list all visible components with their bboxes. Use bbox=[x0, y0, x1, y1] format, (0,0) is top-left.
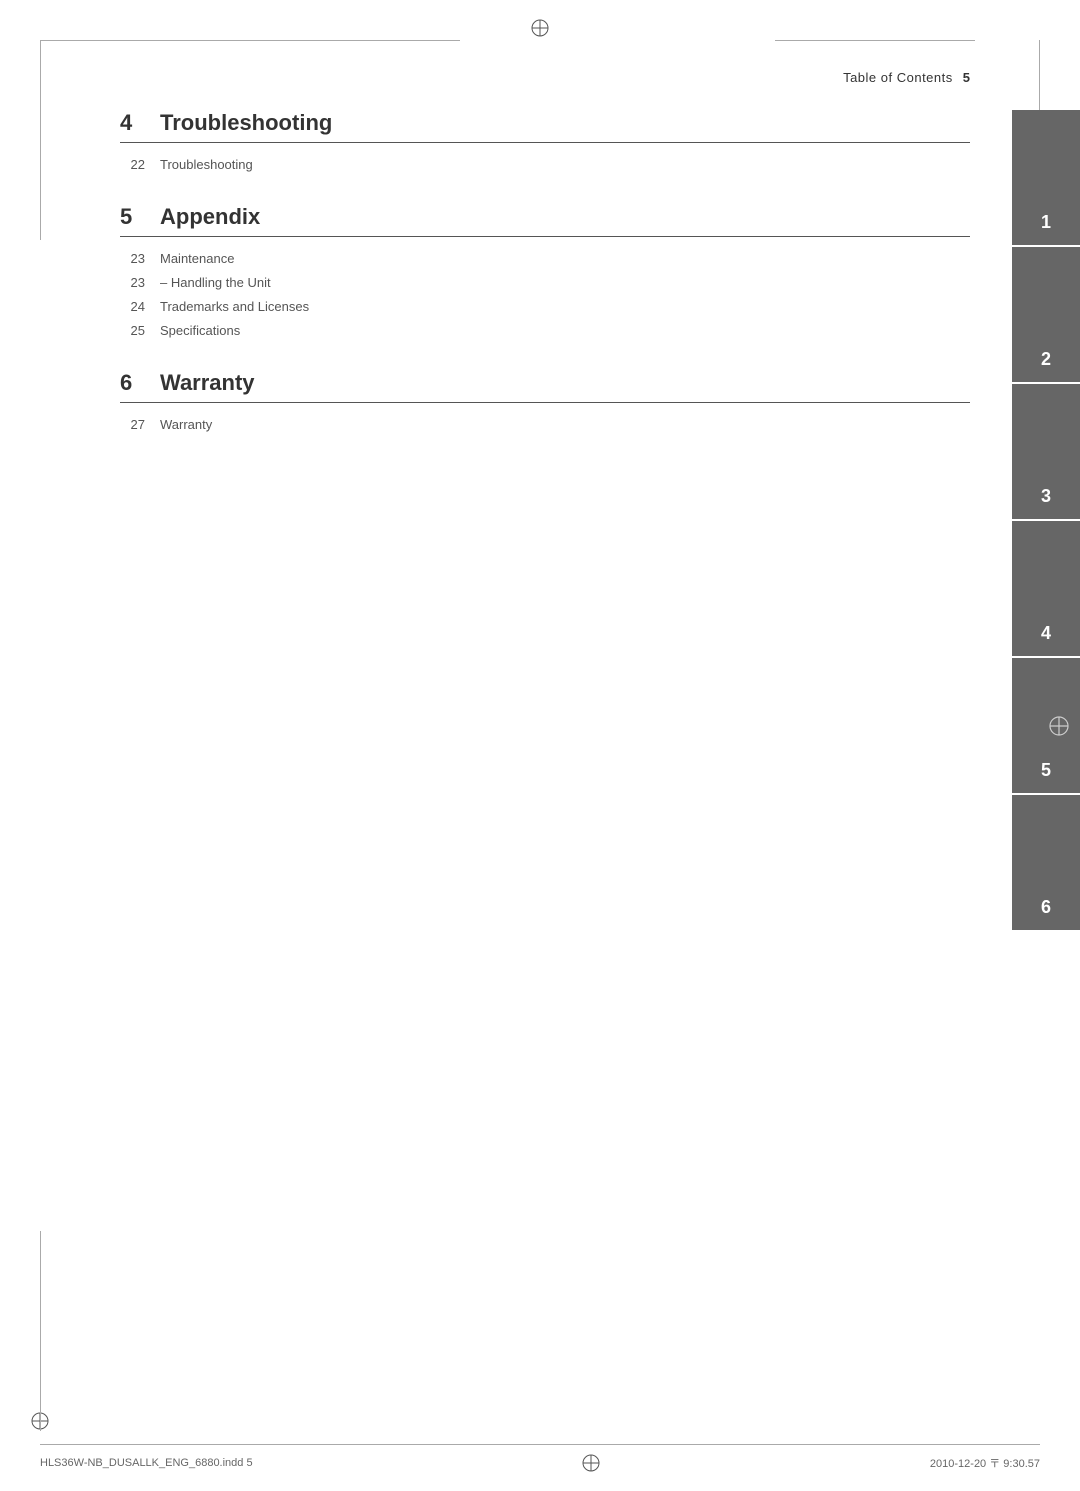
list-item: 24 Trademarks and Licenses bbox=[120, 297, 970, 316]
section-4-items: 22 Troubleshooting bbox=[120, 155, 970, 174]
border-left-bottom bbox=[40, 1231, 41, 1431]
footer-registration-mark bbox=[581, 1453, 601, 1473]
side-tabs: 1 2 3 4 5 6 bbox=[1012, 110, 1080, 932]
item-page: 23 bbox=[120, 275, 145, 290]
side-tab-4-number: 4 bbox=[1041, 623, 1051, 644]
item-title: – Handling the Unit bbox=[160, 275, 271, 290]
section-5: 5 Appendix 23 Maintenance 23 – Handling … bbox=[120, 204, 970, 340]
side-tab-4: 4 bbox=[1012, 521, 1080, 656]
side-tab-1: 1 bbox=[1012, 110, 1080, 245]
section-4: 4 Troubleshooting 22 Troubleshooting bbox=[120, 110, 970, 174]
list-item: 23 – Handling the Unit bbox=[120, 273, 970, 292]
section-4-title: Troubleshooting bbox=[160, 110, 332, 136]
item-page: 23 bbox=[120, 251, 145, 266]
side-tab-1-number: 1 bbox=[1041, 212, 1051, 233]
side-tab-2: 2 bbox=[1012, 247, 1080, 382]
section-5-title: Appendix bbox=[160, 204, 260, 230]
section-5-items: 23 Maintenance 23 – Handling the Unit 24… bbox=[120, 249, 970, 340]
section-4-header: 4 Troubleshooting bbox=[120, 110, 970, 143]
list-item: 22 Troubleshooting bbox=[120, 155, 970, 174]
side-tab-3-number: 3 bbox=[1041, 486, 1051, 507]
item-page: 24 bbox=[120, 299, 145, 314]
header-title: Table of Contents bbox=[843, 70, 953, 85]
page-footer: HLS36W-NB_DUSALLK_ENG_6880.indd 5 2010-1… bbox=[40, 1444, 1040, 1473]
section-6-header: 6 Warranty bbox=[120, 370, 970, 403]
footer-timestamp: 2010-12-20 〒 9:30.57 bbox=[930, 1455, 1040, 1471]
section-6: 6 Warranty 27 Warranty bbox=[120, 370, 970, 434]
section-4-number: 4 bbox=[120, 110, 140, 136]
side-tab-6-number: 6 bbox=[1041, 897, 1051, 918]
side-tab-2-number: 2 bbox=[1041, 349, 1051, 370]
header-page-number: 5 bbox=[963, 70, 970, 85]
side-tab-5: 5 bbox=[1012, 658, 1080, 793]
item-title: Trademarks and Licenses bbox=[160, 299, 309, 314]
side-tab-5-number: 5 bbox=[1041, 760, 1051, 781]
border-top-left bbox=[40, 40, 460, 41]
section-6-number: 6 bbox=[120, 370, 140, 396]
section-6-items: 27 Warranty bbox=[120, 415, 970, 434]
border-top-right bbox=[775, 40, 975, 41]
item-title: Specifications bbox=[160, 323, 240, 338]
footer-filename: HLS36W-NB_DUSALLK_ENG_6880.indd 5 bbox=[40, 1457, 253, 1469]
registration-mark-top bbox=[530, 18, 550, 38]
border-left-top bbox=[40, 40, 41, 240]
item-page: 22 bbox=[120, 157, 145, 172]
section-5-number: 5 bbox=[120, 204, 140, 230]
side-tab-6: 6 bbox=[1012, 795, 1080, 930]
main-content: 4 Troubleshooting 22 Troubleshooting 5 A… bbox=[120, 110, 970, 1411]
item-title: Warranty bbox=[160, 417, 212, 432]
item-page: 27 bbox=[120, 417, 145, 432]
section-5-header: 5 Appendix bbox=[120, 204, 970, 237]
side-tab-3: 3 bbox=[1012, 384, 1080, 519]
item-title: Troubleshooting bbox=[160, 157, 253, 172]
item-page: 25 bbox=[120, 323, 145, 338]
item-title: Maintenance bbox=[160, 251, 234, 266]
page-header: Table of Contents 5 bbox=[843, 70, 970, 85]
compass-icon bbox=[1048, 715, 1070, 737]
list-item: 27 Warranty bbox=[120, 415, 970, 434]
list-item: 25 Specifications bbox=[120, 321, 970, 340]
section-6-title: Warranty bbox=[160, 370, 255, 396]
list-item: 23 Maintenance bbox=[120, 249, 970, 268]
